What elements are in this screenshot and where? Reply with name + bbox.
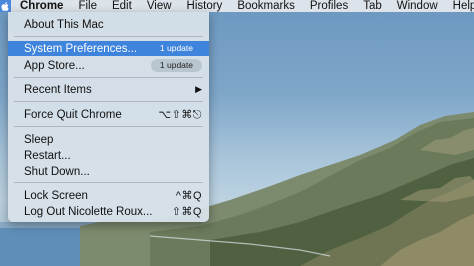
apple-logo-icon xyxy=(1,1,9,11)
update-badge: 1 update xyxy=(150,59,202,72)
menu-window[interactable]: Window xyxy=(389,0,445,12)
menu-item-about-this-mac[interactable]: About This Mac xyxy=(8,17,209,32)
menu-separator xyxy=(14,182,203,183)
keyboard-shortcut: ⌥⇧⌘⎋ xyxy=(158,108,202,121)
menu-profiles[interactable]: Profiles xyxy=(302,0,355,12)
menu-bookmarks[interactable]: Bookmarks xyxy=(230,0,303,12)
menu-item-log-out[interactable]: Log Out Nicolette Roux... ⇧⌘Q xyxy=(8,204,209,219)
menu-item-restart[interactable]: Restart... xyxy=(8,148,209,163)
apple-menu-button[interactable] xyxy=(0,0,11,12)
menu-item-label: About This Mac xyxy=(24,18,104,31)
menu-bar: Chrome File Edit View History Bookmarks … xyxy=(0,0,474,12)
menu-item-lock-screen[interactable]: Lock Screen ^⌘Q xyxy=(8,188,209,203)
menu-item-label: App Store... xyxy=(24,59,85,72)
menu-history[interactable]: History xyxy=(179,0,230,12)
update-badge: 1 update xyxy=(159,43,193,53)
menu-tab[interactable]: Tab xyxy=(356,0,390,12)
menu-item-force-quit[interactable]: Force Quit Chrome ⌥⇧⌘⎋ xyxy=(8,107,209,122)
menu-chrome[interactable]: Chrome xyxy=(11,0,71,12)
apple-dropdown-menu: About This Mac System Preferences... 1 u… xyxy=(8,12,209,222)
menu-item-label: Lock Screen xyxy=(24,189,88,202)
menu-item-app-store[interactable]: App Store... 1 update xyxy=(8,58,209,73)
menu-item-label: Force Quit Chrome xyxy=(24,108,122,121)
menu-item-shut-down[interactable]: Shut Down... xyxy=(8,164,209,179)
menu-item-label: Shut Down... xyxy=(24,165,90,178)
menu-item-recent-items[interactable]: Recent Items ▶ xyxy=(8,82,209,97)
menu-edit[interactable]: Edit xyxy=(104,0,139,12)
menu-item-label: Recent Items xyxy=(24,83,92,96)
keyboard-shortcut: ⇧⌘Q xyxy=(171,206,202,218)
menu-item-label: Log Out Nicolette Roux... xyxy=(24,205,153,218)
menu-separator xyxy=(14,77,203,78)
menu-item-label: Restart... xyxy=(24,149,71,162)
menu-help[interactable]: Help xyxy=(445,0,474,12)
keyboard-shortcut: ^⌘Q xyxy=(175,190,202,202)
menu-separator xyxy=(14,126,203,127)
menu-file[interactable]: File xyxy=(71,0,105,12)
menu-separator xyxy=(14,36,203,37)
menu-view[interactable]: View xyxy=(139,0,179,12)
menu-item-sleep[interactable]: Sleep xyxy=(8,132,209,147)
chevron-right-icon: ▶ xyxy=(195,84,202,94)
menu-item-label: System Preferences... xyxy=(24,42,138,55)
menu-separator xyxy=(14,101,203,102)
menu-item-label: Sleep xyxy=(24,133,54,146)
menu-item-system-preferences[interactable]: System Preferences... 1 update xyxy=(8,41,209,56)
